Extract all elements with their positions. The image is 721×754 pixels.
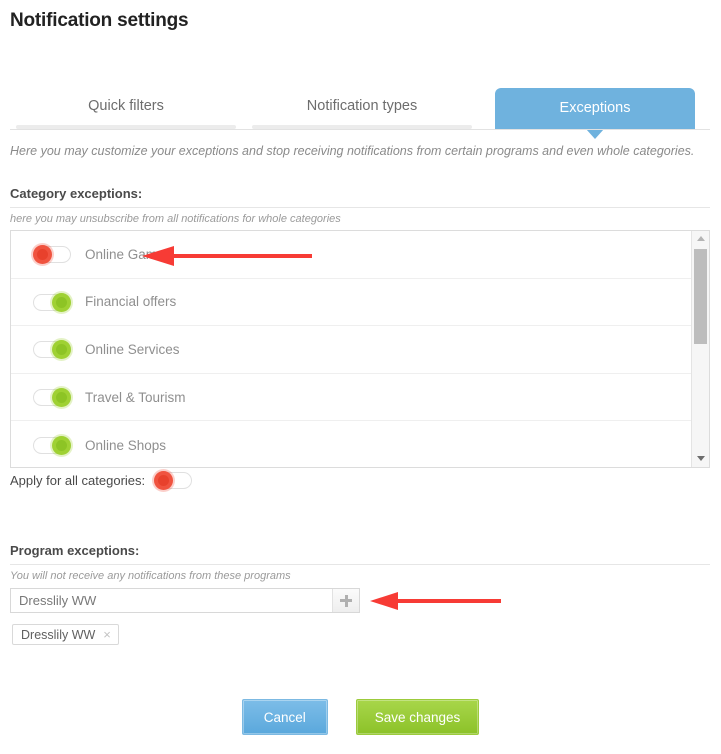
apply-for-all-categories-row: Apply for all categories: xyxy=(10,468,193,492)
toggle-knob xyxy=(52,340,71,360)
page-title: Notification settings xyxy=(10,10,189,31)
category-list-scrollbar[interactable] xyxy=(691,231,709,467)
toggle-online-shops[interactable] xyxy=(33,436,71,456)
list-item[interactable]: Travel & Tourism xyxy=(11,374,691,422)
category-section-divider xyxy=(10,207,710,208)
toggle-online-services[interactable] xyxy=(33,340,71,360)
footer-actions: Cancel Save changes xyxy=(0,699,721,735)
category-list-box: Online Games Financial offers Online Ser… xyxy=(10,230,710,468)
list-item-label: Financial offers xyxy=(85,294,177,310)
program-tag-label: Dresslily WW xyxy=(21,627,96,642)
program-section-divider xyxy=(10,564,710,565)
category-exceptions-heading: Category exceptions: xyxy=(10,186,143,201)
list-item-label: Travel & Tourism xyxy=(85,389,186,405)
tab-notification-types-label: Notification types xyxy=(306,98,418,114)
tab-quick-filters[interactable]: Quick filters xyxy=(10,88,242,129)
arrow-to-add-program-button xyxy=(370,592,501,610)
category-exceptions-subtitle: here you may unsubscribe from all notifi… xyxy=(10,213,341,225)
program-input-group xyxy=(10,588,360,613)
toggle-apply-for-all-categories[interactable] xyxy=(154,471,193,490)
cancel-button[interactable]: Cancel xyxy=(241,699,328,735)
list-item-label: Online Services xyxy=(85,341,180,357)
tab-baseline-divider xyxy=(10,129,710,130)
program-tag-list: Dresslily WW × xyxy=(12,624,119,645)
list-item[interactable]: Financial offers xyxy=(11,279,691,327)
tab-pointer-icon xyxy=(586,129,604,139)
toggle-knob xyxy=(52,388,71,408)
tab-bar: Quick filters Notification types Excepti… xyxy=(10,88,710,139)
list-item-label: Online Games xyxy=(85,246,172,262)
program-exceptions-subtitle: You will not receive any notifications f… xyxy=(10,570,291,582)
tab-quick-filters-label: Quick filters xyxy=(88,98,164,114)
tab-exceptions-label: Exceptions xyxy=(559,100,631,116)
list-item[interactable]: Online Services xyxy=(11,326,691,374)
toggle-knob xyxy=(52,292,71,312)
intro-note: Here you may customize your exceptions a… xyxy=(10,144,695,158)
tab-notification-types[interactable]: Notification types xyxy=(246,88,478,129)
list-item[interactable]: Online Shops xyxy=(11,421,691,467)
program-exceptions-heading: Program exceptions: xyxy=(10,543,140,558)
add-program-button[interactable] xyxy=(332,589,359,612)
scroll-down-icon[interactable] xyxy=(692,451,709,467)
toggle-online-games[interactable] xyxy=(33,245,71,265)
toggle-travel-tourism[interactable] xyxy=(33,388,71,408)
close-icon[interactable]: × xyxy=(103,628,111,641)
scroll-up-icon[interactable] xyxy=(692,231,709,247)
save-changes-button[interactable]: Save changes xyxy=(355,699,480,735)
apply-for-all-categories-label: Apply for all categories: xyxy=(10,472,146,488)
program-tag[interactable]: Dresslily WW × xyxy=(12,624,119,645)
toggle-knob xyxy=(52,436,71,456)
toggle-knob xyxy=(154,471,174,490)
scrollbar-thumb[interactable] xyxy=(694,249,707,344)
program-search-input[interactable] xyxy=(11,589,332,612)
list-item-label: Online Shops xyxy=(85,437,167,453)
category-list: Online Games Financial offers Online Ser… xyxy=(11,231,691,467)
list-item[interactable]: Online Games xyxy=(11,231,691,279)
toggle-financial-offers[interactable] xyxy=(33,292,71,312)
tab-exceptions[interactable]: Exceptions xyxy=(495,88,695,139)
